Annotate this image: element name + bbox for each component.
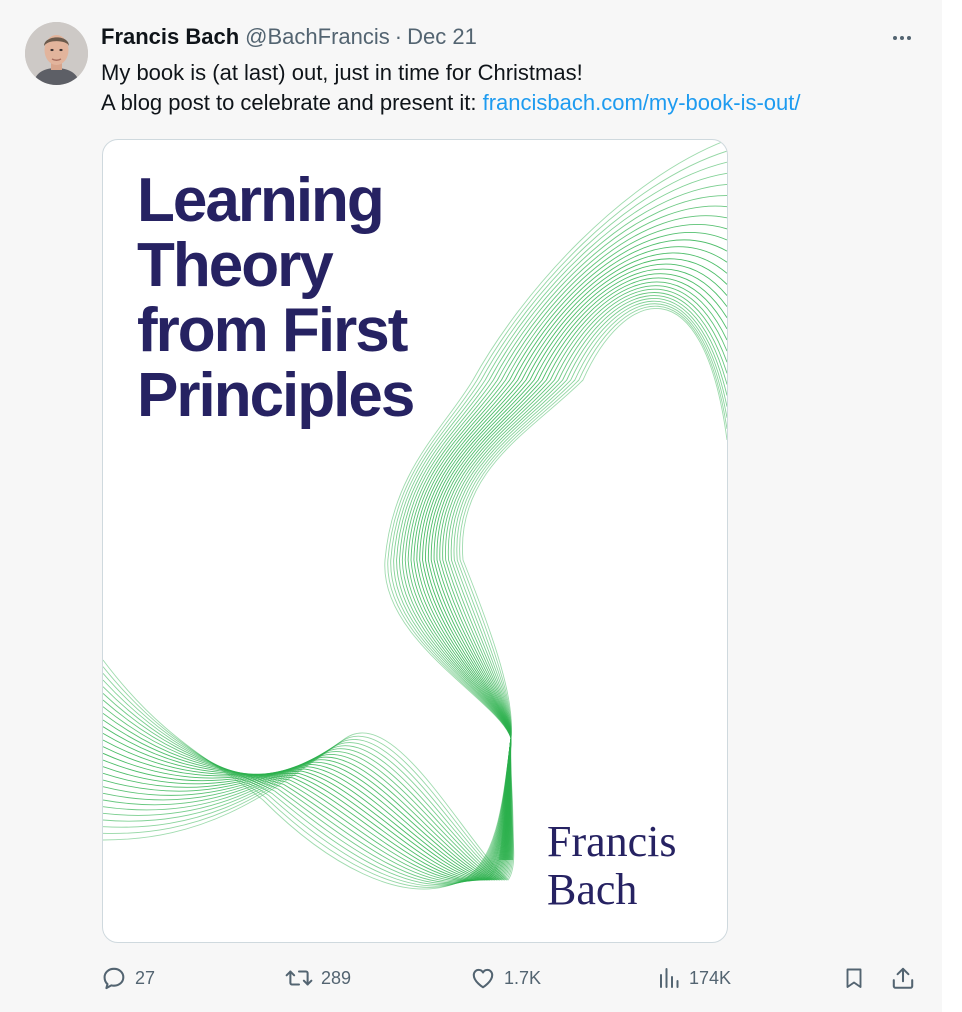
- tweet-text-line-1: My book is (at last) out, just in time f…: [101, 60, 583, 85]
- avatar-image: [25, 22, 88, 85]
- wave-line: [387, 150, 727, 739]
- avatar[interactable]: [25, 22, 88, 85]
- reply-button[interactable]: 27: [101, 960, 155, 996]
- tweet-text-line-2: A blog post to celebrate and present it:…: [101, 88, 921, 118]
- tweet-card[interactable]: Francis Bach @BachFrancis · Dec 21 My bo…: [0, 0, 942, 1012]
- book-author-line: Bach: [547, 865, 638, 914]
- wave-line: [430, 273, 727, 739]
- author-name[interactable]: Francis Bach: [101, 24, 239, 50]
- wave-line: [103, 659, 512, 890]
- wave-line: [103, 693, 512, 884]
- reply-icon: [103, 967, 125, 990]
- book-title: Learning Theory from First Principles: [137, 166, 415, 430]
- bookmark-icon: [846, 968, 862, 988]
- tweet-header: Francis Bach @BachFrancis · Dec 21: [101, 22, 477, 52]
- more-icon: [893, 36, 911, 40]
- book-title-line: from First: [137, 296, 408, 365]
- wave-line: [410, 232, 727, 739]
- tweet-date[interactable]: Dec 21: [407, 24, 477, 50]
- book-cover-image[interactable]: Learning Theory from First Principles Fr…: [102, 139, 728, 943]
- reply-count: 27: [135, 967, 156, 988]
- wave-line: [462, 308, 727, 739]
- book-author: Francis Bach: [547, 818, 677, 914]
- like-icon: [472, 968, 494, 989]
- author-handle[interactable]: @BachFrancis: [245, 24, 390, 50]
- wave-line: [436, 281, 727, 739]
- tweet-text: My book is (at last) out, just in time f…: [101, 58, 921, 118]
- book-title-line: Learning: [137, 166, 385, 235]
- like-count: 1.7K: [504, 967, 542, 988]
- book-author-line: Francis: [547, 817, 677, 866]
- repost-button[interactable]: 289: [285, 960, 351, 996]
- tweet-actions: 27 289 1.7K 174K: [101, 960, 921, 996]
- more-options-button[interactable]: [884, 24, 920, 52]
- wave-line: [442, 288, 727, 739]
- page-margin: [942, 0, 962, 1012]
- share-icon: [892, 967, 914, 989]
- views-count: 174K: [689, 967, 732, 988]
- wave-line: [103, 679, 512, 886]
- views-icon: [660, 968, 679, 988]
- wave-line: [103, 666, 512, 888]
- wave-line: [103, 732, 512, 881]
- repost-icon: [285, 970, 313, 986]
- bookmark-button[interactable]: [842, 960, 866, 996]
- book-title-line: Principles: [137, 361, 415, 430]
- repost-count: 289: [321, 967, 352, 988]
- wave-line: [456, 303, 727, 739]
- wave-line: [439, 285, 727, 739]
- book-title-line: Theory: [137, 231, 334, 300]
- wave-line: [433, 277, 727, 739]
- like-button[interactable]: 1.7K: [470, 960, 541, 996]
- share-button[interactable]: [890, 960, 916, 996]
- separator-dot: ·: [394, 24, 403, 49]
- wave-line: [459, 305, 727, 739]
- blog-post-link[interactable]: francisbach.com/my-book-is-out/: [483, 90, 801, 115]
- wave-line: [103, 686, 512, 885]
- views-button[interactable]: 174K: [657, 960, 731, 996]
- tweet-text-prefix: A blog post to celebrate and present it:: [101, 90, 483, 115]
- wave-line: [427, 268, 727, 739]
- wave-line: [103, 673, 512, 887]
- wave-line: [103, 732, 515, 881]
